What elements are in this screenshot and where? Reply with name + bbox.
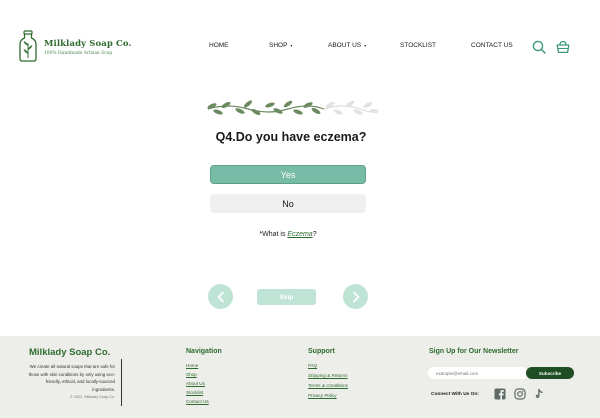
nav-contact-us[interactable]: CONTACT US (471, 42, 513, 49)
footer-link-home[interactable]: Home (186, 363, 198, 368)
footer-support-title: Support (308, 348, 335, 355)
nav-about-label: ABOUT US (328, 42, 362, 49)
answer-yes-button[interactable]: Yes (210, 165, 366, 184)
nav-stocklist[interactable]: STOCKLIST (400, 42, 436, 49)
facebook-icon[interactable] (494, 388, 506, 400)
chevron-down-icon: ▾ (364, 43, 367, 48)
nav-shop-label: SHOP (269, 42, 288, 49)
footer-link-shipping-returns[interactable]: Shipping & Returns (308, 373, 348, 378)
footer-navigation-title: Navigation (186, 348, 222, 355)
nav-stocklist-label: STOCKLIST (400, 42, 437, 49)
leaf-cluster-inactive (325, 100, 378, 115)
nav-shop[interactable]: SHOP ▾ (269, 42, 292, 49)
footer-link-shop[interactable]: Shop (186, 372, 197, 377)
nav-contact-label: CONTACT US (471, 42, 513, 49)
info-suffix: ? (312, 231, 317, 238)
footer-copyright: © 2022, Milklady Soap Co. (69, 395, 115, 399)
subscribe-button[interactable]: Subscribe (526, 367, 574, 379)
chevron-right-icon (352, 291, 359, 302)
leaf-cluster-active (207, 100, 321, 116)
footer-divider (121, 359, 122, 406)
answer-no-button[interactable]: No (210, 194, 366, 213)
instagram-icon[interactable] (514, 388, 526, 400)
basket-icon[interactable] (556, 40, 570, 54)
nav-home-label: HOME (209, 42, 229, 49)
nav-about-us[interactable]: ABOUT US ▾ (328, 42, 366, 49)
tiktok-icon[interactable] (533, 388, 545, 400)
newsletter-title: Sign Up for Our Newsletter (429, 348, 519, 355)
footer-link-about-us[interactable]: About Us (186, 381, 205, 386)
main-nav: HOME SHOP ▾ ABOUT US ▾ STOCKLIST CONTACT… (0, 42, 600, 54)
progress-vine (207, 100, 379, 116)
newsletter-email-input[interactable] (428, 367, 528, 379)
footer-link-contact-us[interactable]: Contact Us (186, 399, 209, 404)
connect-label: Connect With Us On: (431, 392, 479, 397)
eczema-info: *What is Eczema? (0, 231, 576, 238)
info-prefix: *What is (259, 231, 288, 238)
chevron-down-icon: ▾ (290, 43, 293, 48)
footer-link-faq[interactable]: FAQ (308, 363, 317, 368)
chevron-left-icon (217, 291, 224, 302)
footer-link-terms[interactable]: Terms & Conditions (308, 383, 348, 388)
next-question-button[interactable] (343, 284, 368, 309)
footer-link-stocklist[interactable]: Stocklist (186, 390, 203, 395)
footer-brand: Milklady Soap Co. (29, 347, 111, 358)
previous-question-button[interactable] (208, 284, 233, 309)
footer-description: We create all-natural soaps that are saf… (28, 364, 115, 392)
nav-home[interactable]: HOME (209, 42, 229, 49)
site-header: Milklady Soap Co. 100% Handmade Artisan … (0, 0, 600, 92)
quiz-question: Q4.Do you have eczema? (215, 130, 367, 144)
skip-button[interactable]: Skip (257, 289, 316, 305)
footer-link-privacy[interactable]: Privacy Policy (308, 393, 337, 398)
eczema-link[interactable]: Eczema (287, 231, 312, 238)
search-icon[interactable] (532, 40, 546, 54)
